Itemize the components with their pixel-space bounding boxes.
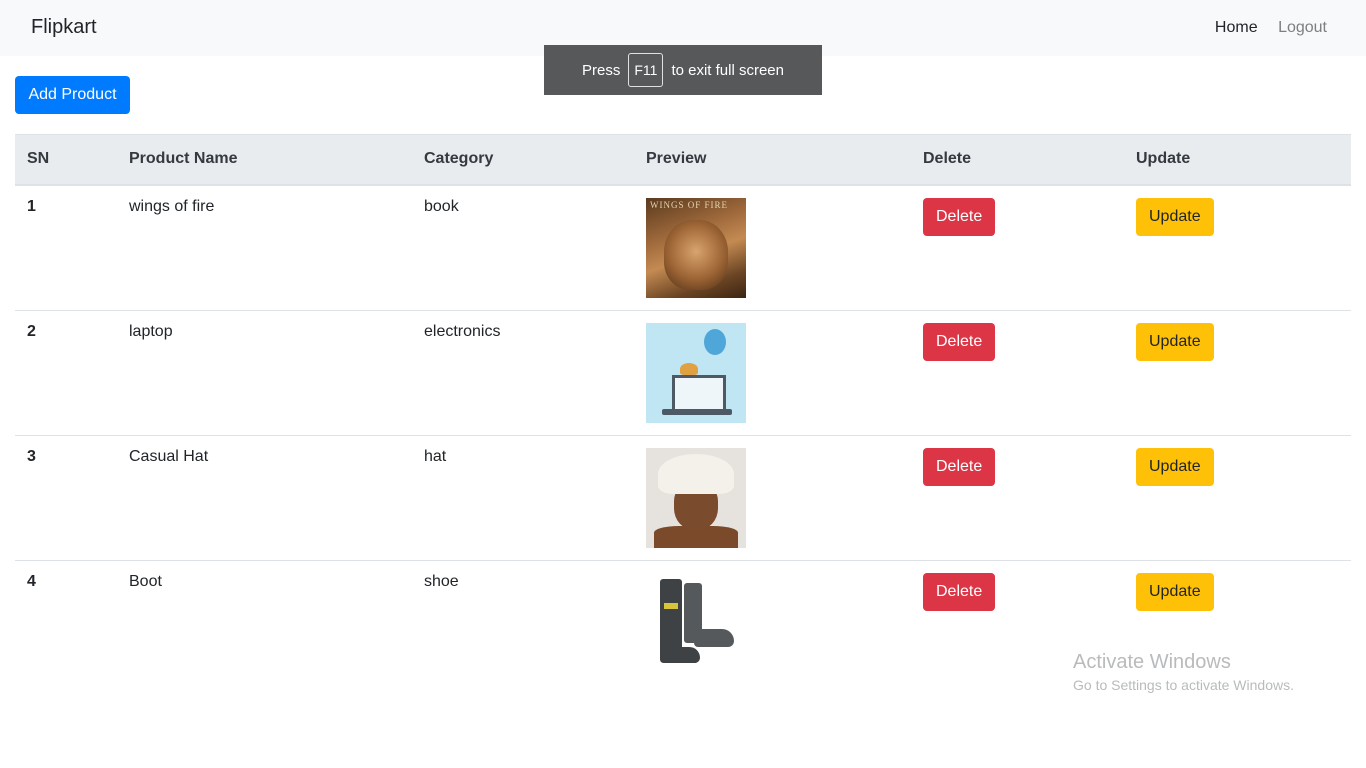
row-delete-cell: Delete <box>911 184 1124 311</box>
toast-post-text: to exit full screen <box>671 61 784 79</box>
header-delete: Delete <box>911 134 1124 186</box>
update-button[interactable]: Update <box>1136 197 1214 236</box>
header-preview: Preview <box>634 134 911 186</box>
table-row: 1 wings of fire book WINGS OF FIRE Delet… <box>15 184 1351 311</box>
row-sn: 4 <box>27 572 36 590</box>
row-update-cell: Update <box>1124 184 1351 311</box>
row-category: electronics <box>412 310 634 436</box>
row-preview-cell <box>634 435 911 561</box>
windows-activation-watermark: Activate Windows Go to Settings to activ… <box>1073 651 1294 693</box>
header-category: Category <box>412 134 634 186</box>
row-product-name: wings of fire <box>117 184 412 311</box>
row-category: shoe <box>424 572 459 590</box>
row-category: book <box>412 184 634 311</box>
add-product-button[interactable]: Add Product <box>15 76 130 114</box>
table-header-row: SN Product Name Category Preview Delete … <box>15 134 1351 186</box>
row-preview-cell: WINGS OF FIRE <box>634 184 911 311</box>
delete-button[interactable]: Delete <box>923 322 996 361</box>
product-table: SN Product Name Category Preview Delete … <box>15 134 1351 685</box>
table-row: 2 laptop electronics Delete Update <box>15 310 1351 436</box>
row-category: hat <box>412 435 634 561</box>
row-preview-cell <box>634 310 911 436</box>
update-button[interactable]: Update <box>1136 572 1214 611</box>
delete-button[interactable]: Delete <box>923 447 996 486</box>
book-cover-image: WINGS OF FIRE <box>646 197 746 298</box>
row-delete-cell: Delete <box>911 310 1124 436</box>
boot-photo-image <box>646 572 746 673</box>
toast-key: F11 <box>628 53 664 87</box>
header-update: Update <box>1124 134 1351 186</box>
row-update-cell: Update <box>1124 310 1351 436</box>
row-product-name: Boot <box>129 572 162 590</box>
header-sn: SN <box>15 134 117 186</box>
laptop-illustration-image <box>646 322 746 423</box>
watermark-title: Activate Windows <box>1073 651 1231 673</box>
row-sn: 1 <box>15 184 117 311</box>
update-button[interactable]: Update <box>1136 447 1214 486</box>
nav-links: Home Logout <box>1199 19 1327 37</box>
row-preview-cell <box>634 560 911 685</box>
nav-link-home[interactable]: Home <box>1215 19 1258 36</box>
row-sn: 2 <box>15 310 117 436</box>
row-sn: 3 <box>15 435 117 561</box>
row-delete-cell: Delete <box>911 435 1124 561</box>
fullscreen-toast: Press F11 to exit full screen <box>544 45 822 95</box>
nav-link-logout[interactable]: Logout <box>1278 19 1327 36</box>
header-product-name: Product Name <box>117 134 412 186</box>
row-update-cell: Update <box>1124 435 1351 561</box>
update-button[interactable]: Update <box>1136 322 1214 361</box>
row-product-name: laptop <box>117 310 412 436</box>
delete-button[interactable]: Delete <box>923 197 996 236</box>
hat-photo-image <box>646 447 746 548</box>
watermark-subtitle: Go to Settings to activate Windows. <box>1073 677 1294 693</box>
brand-logo[interactable]: Flipkart <box>31 16 97 39</box>
toast-pre-text: Press <box>582 61 621 79</box>
delete-button[interactable]: Delete <box>923 572 996 611</box>
table-row: 3 Casual Hat hat Delete Update <box>15 435 1351 561</box>
row-product-name: Casual Hat <box>117 435 412 561</box>
